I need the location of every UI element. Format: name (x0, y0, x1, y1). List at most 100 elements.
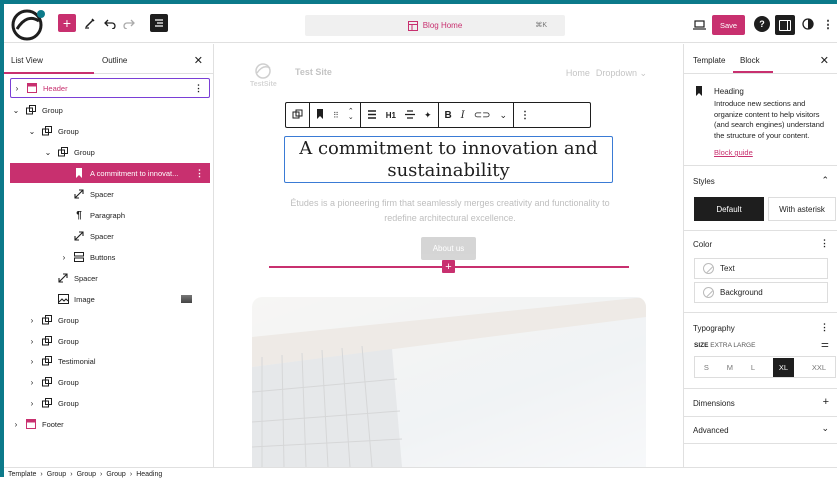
undo-icon[interactable] (101, 14, 119, 32)
redo-icon[interactable] (120, 14, 138, 32)
more-formats-chevron-icon[interactable]: ⌄ (499, 110, 507, 121)
tab-block[interactable]: Block (740, 56, 760, 65)
tab-outline[interactable]: Outline (102, 56, 127, 65)
buttons-icon (73, 251, 85, 263)
chevron-down-icon[interactable]: ⌄ (12, 106, 20, 115)
chevron-right-icon[interactable]: › (28, 399, 36, 408)
list-view-item[interactable]: › Buttons (10, 247, 210, 267)
canvas-page[interactable]: TestSite Test Site Home Dropdown ⌄ ⠿ ⌃ ⌄… (215, 44, 683, 467)
color-options-icon[interactable]: ⋮ (820, 238, 829, 249)
close-icon[interactable]: ✕ (820, 54, 829, 67)
tools-pen-icon[interactable] (81, 14, 99, 32)
about-us-button[interactable]: About us (421, 237, 476, 260)
options-menu-icon[interactable]: ⋮ (819, 15, 837, 33)
chevron-right-icon[interactable]: › (60, 253, 68, 262)
document-overview-icon[interactable] (150, 14, 168, 32)
block-inserter-button[interactable]: + (58, 14, 76, 32)
size-value: EXTRA LARGE (710, 342, 756, 349)
list-view-item[interactable]: Image (10, 289, 210, 309)
chevron-up-icon[interactable]: ⌃ (821, 175, 829, 186)
heading-level-button[interactable]: H1 (386, 111, 396, 120)
chevron-right-icon[interactable]: › (28, 337, 36, 346)
image-block[interactable] (252, 297, 646, 467)
style-default-button[interactable]: Default (694, 197, 764, 221)
nav-item-home[interactable]: Home (566, 68, 590, 79)
align-icon[interactable] (367, 109, 377, 121)
add-dimension-plus-icon[interactable]: + (823, 396, 829, 408)
divider (684, 73, 837, 74)
list-view-item[interactable]: › Footer (10, 414, 210, 434)
block-options-icon[interactable]: ⋮ (195, 168, 204, 179)
list-view-item[interactable]: › Testimonial (10, 351, 210, 371)
close-icon[interactable]: ✕ (194, 54, 203, 67)
ai-sparkle-icon[interactable]: ✦ (424, 110, 432, 121)
text-align-icon[interactable] (404, 109, 415, 121)
bold-button[interactable]: B (445, 110, 452, 121)
link-icon[interactable]: ⊂⊃ (474, 110, 491, 121)
drag-handle-icon[interactable]: ⠿ (333, 111, 339, 120)
size-option-xxl[interactable]: XXL (812, 363, 826, 372)
divider (684, 230, 837, 231)
block-options-icon[interactable]: ⋮ (520, 110, 530, 121)
size-option-xl[interactable]: XL (772, 357, 795, 377)
color-text-control[interactable]: Text (694, 258, 828, 279)
styles-section-title[interactable]: Styles (693, 177, 715, 186)
tab-list-view[interactable]: List View (11, 56, 43, 65)
bookmark-icon[interactable] (316, 109, 324, 121)
color-background-control[interactable]: Background (694, 282, 828, 303)
list-view-item[interactable]: ⌄ Group (10, 121, 210, 141)
chevron-right-icon[interactable]: › (13, 84, 21, 93)
chevron-right-icon[interactable]: › (28, 378, 36, 387)
insert-block-plus-icon[interactable]: + (442, 260, 455, 273)
list-view-item[interactable]: › Group (10, 310, 210, 330)
list-view-item[interactable]: › Group (10, 331, 210, 351)
custom-size-sliders-icon[interactable]: ⚌ (821, 339, 829, 350)
block-settings-panel: Template Block ✕ Heading Introduce new s… (683, 44, 837, 467)
chevron-right-icon[interactable]: › (28, 357, 36, 366)
list-view-item[interactable]: A commitment to innovat... ⋮ (10, 163, 210, 183)
settings-sidebar-toggle[interactable] (775, 15, 795, 35)
command-bar[interactable]: Blog Home ⌘K (305, 15, 565, 36)
typography-options-icon[interactable]: ⋮ (820, 322, 829, 333)
move-up-down-icon[interactable]: ⌃ ⌄ (348, 108, 354, 121)
help-icon[interactable]: ? (754, 16, 770, 32)
chevron-down-icon[interactable]: ⌄ (44, 148, 52, 157)
list-view-item[interactable]: Spacer (10, 226, 210, 246)
list-view-item[interactable]: ¶ Paragraph (10, 205, 210, 225)
chevron-right-icon[interactable]: › (28, 316, 36, 325)
size-option-l[interactable]: L (751, 363, 755, 372)
nav-item-dropdown[interactable]: Dropdown ⌄ (596, 68, 647, 79)
spacer-icon (73, 188, 85, 200)
paragraph-block[interactable]: Études is a pioneering firm that seamles… (285, 196, 615, 226)
size-option-m[interactable]: M (727, 363, 733, 372)
italic-button[interactable]: I (461, 110, 465, 121)
list-view-item[interactable]: › Group (10, 393, 210, 413)
list-view-item[interactable]: Spacer (10, 184, 210, 204)
save-button[interactable]: Save (712, 15, 745, 35)
block-guide-link[interactable]: Block guide (714, 148, 753, 157)
select-parent-icon[interactable] (292, 109, 303, 122)
device-preview-icon[interactable] (690, 16, 708, 34)
dimensions-section-title[interactable]: Dimensions (693, 399, 735, 408)
block-options-icon[interactable]: ⋮ (194, 83, 203, 94)
list-view-item[interactable]: Spacer (10, 268, 210, 288)
site-logo[interactable]: TestSite (250, 61, 280, 89)
chevron-down-icon[interactable]: ⌄ (821, 423, 829, 434)
list-view-item[interactable]: › Group (10, 372, 210, 392)
group-icon (41, 125, 53, 137)
styles-icon[interactable] (799, 15, 817, 33)
size-option-s[interactable]: S (704, 363, 709, 372)
style-with-asterisk-button[interactable]: With asterisk (768, 197, 836, 221)
list-view-item[interactable]: › Header ⋮ (10, 78, 210, 98)
selected-heading-block[interactable]: A commitment to innovation and sustainab… (284, 136, 613, 183)
site-title[interactable]: Test Site (295, 67, 332, 77)
chevron-right-icon[interactable]: › (12, 420, 20, 429)
list-view-item[interactable]: ⌄ Group (10, 142, 210, 162)
tab-template[interactable]: Template (693, 56, 725, 65)
advanced-section-title[interactable]: Advanced (693, 426, 729, 435)
list-view-item[interactable]: ⌄ Group (10, 100, 210, 120)
color-section-title: Color (693, 240, 713, 249)
chevron-down-icon[interactable]: ⌄ (28, 127, 36, 136)
site-icon[interactable] (9, 7, 49, 41)
font-size-picker: S M L XL XXL (694, 356, 836, 378)
